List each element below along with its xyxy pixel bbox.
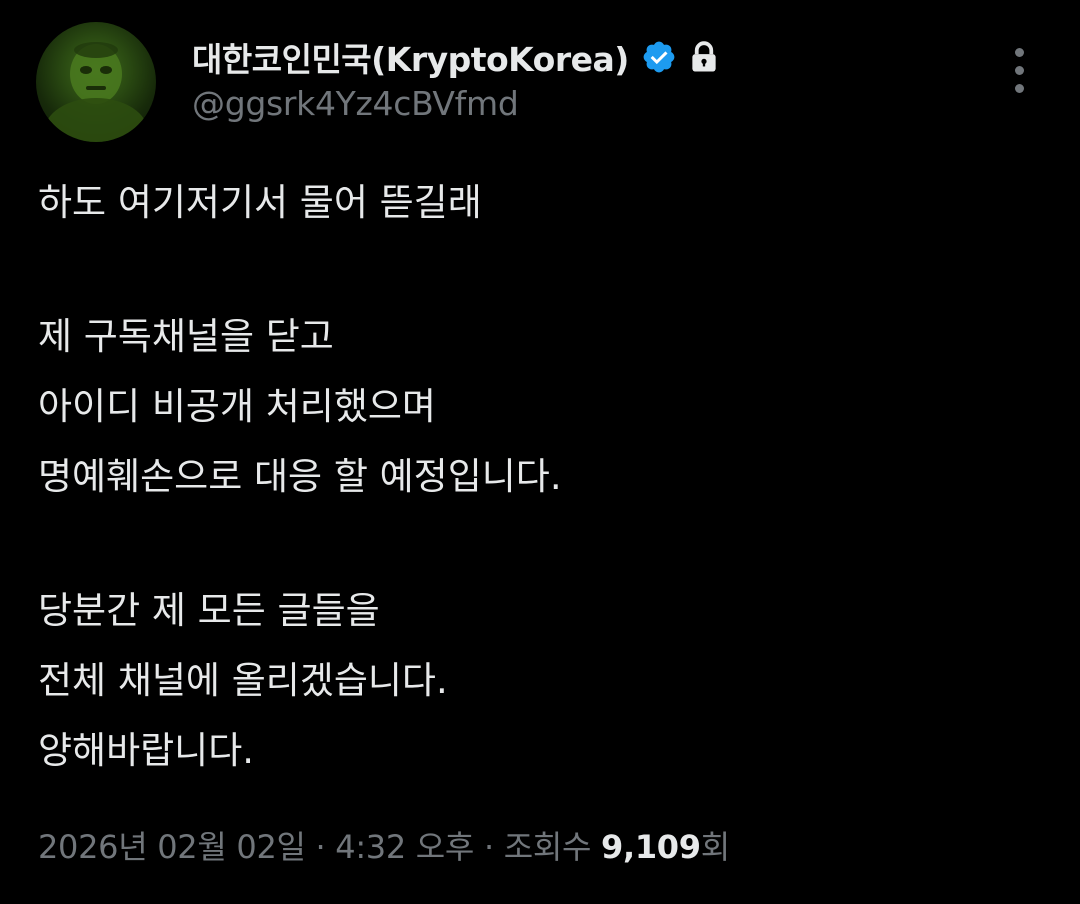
tweet-date[interactable]: 2026년 02월 02일 bbox=[38, 828, 306, 866]
tweet-line: 제 구독채널을 닫고 bbox=[38, 315, 334, 358]
more-dot-icon bbox=[1015, 84, 1024, 93]
tweet-line: 명예훼손으로 대응 할 예정입니다. bbox=[38, 455, 562, 498]
views-label: 조회수 bbox=[503, 828, 592, 866]
views-count: 9,109 bbox=[601, 828, 701, 866]
more-dot-icon bbox=[1015, 48, 1024, 57]
verified-badge-icon[interactable] bbox=[641, 39, 677, 75]
name-row: 대한코인민국(KryptoKorea) bbox=[192, 33, 719, 81]
tweet-line: 하도 여기저기서 물어 뜯길래 bbox=[38, 181, 482, 224]
meta-separator: · bbox=[305, 828, 336, 866]
avatar-image bbox=[44, 42, 148, 142]
user-handle[interactable]: @ggsrk4Yz4cBVfmd bbox=[192, 84, 519, 123]
meta-separator: · bbox=[474, 828, 504, 866]
tweet-line: 아이디 비공개 처리했으며 bbox=[38, 385, 436, 428]
tweet-header: 대한코인민국(KryptoKorea) @ggsrk4Yz4cBVfmd bbox=[36, 22, 1046, 142]
tweet-time[interactable]: 4:32 오후 bbox=[335, 828, 474, 866]
more-options-button[interactable] bbox=[1008, 48, 1032, 94]
tweet-line: 전체 채널에 올리겠습니다. bbox=[38, 659, 448, 702]
more-dot-icon bbox=[1015, 66, 1024, 75]
views-suffix: 회 bbox=[700, 828, 730, 866]
avatar[interactable] bbox=[36, 22, 156, 142]
tweet-line: 당분간 제 모든 글들을 bbox=[38, 589, 380, 632]
tweet-text: 하도 여기저기서 물어 뜯길래 제 구독채널을 닫고 아이디 비공개 처리했으며… bbox=[38, 168, 1038, 786]
tweet-line: 양해바랍니다. bbox=[38, 729, 255, 772]
lock-icon bbox=[692, 41, 716, 72]
display-name[interactable]: 대한코인민국(KryptoKorea) bbox=[192, 33, 629, 81]
tweet-meta: 2026년 02월 02일 · 4:32 오후 · 조회수 9,109회 bbox=[38, 822, 730, 868]
